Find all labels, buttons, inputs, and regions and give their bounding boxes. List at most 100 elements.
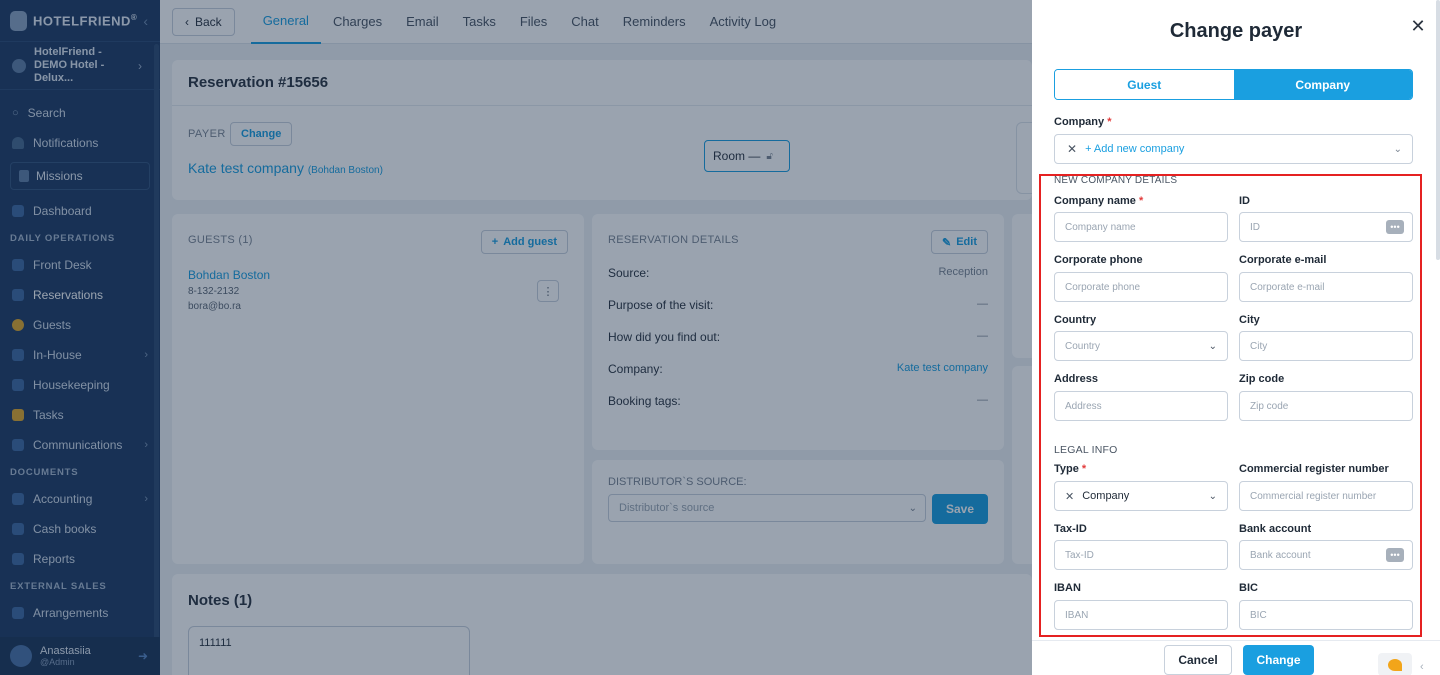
payer-name[interactable]: Kate test company (Bohdan Boston) — [188, 160, 383, 176]
guest-name[interactable]: Bohdan Boston — [188, 268, 270, 282]
sidebar-item-housekeeping[interactable]: Housekeeping — [0, 370, 160, 400]
sidebar-item-front-desk[interactable]: Front Desk — [0, 250, 160, 280]
sidebar-item-label: Cash books — [33, 522, 97, 536]
id-input[interactable]: ID ••• — [1239, 212, 1413, 242]
placeholder: City — [1250, 340, 1268, 352]
tax-id-input[interactable]: Tax-ID — [1054, 540, 1228, 570]
sidebar-item-notifications[interactable]: Notifications — [0, 128, 160, 158]
corporate-phone-input[interactable]: Corporate phone — [1054, 272, 1228, 302]
drawer-scrollbar[interactable] — [1436, 0, 1440, 260]
company-select[interactable]: ✕ + Add new company ⌄ — [1054, 134, 1413, 164]
tab-charges[interactable]: Charges — [321, 0, 394, 44]
add-guest-label: Add guest — [503, 236, 557, 248]
save-button[interactable]: Save — [932, 494, 988, 524]
sidebar-item-cash-books[interactable]: Cash books — [0, 514, 160, 544]
reservations-icon — [12, 289, 24, 301]
detail-row: Purpose of the visit: — — [608, 298, 988, 318]
country-label: Country — [1054, 314, 1097, 326]
commercial-register-input[interactable]: Commercial register number — [1239, 481, 1413, 511]
sidebar-item-label: Housekeeping — [33, 378, 110, 392]
tab-activity-log[interactable]: Activity Log — [698, 0, 788, 44]
user-name: Anastasiia — [40, 645, 91, 657]
corporate-email-label: Corporate e-mail — [1239, 254, 1327, 266]
chevron-right-icon: › — [144, 493, 148, 505]
sidebar-item-dashboard[interactable]: Dashboard — [0, 196, 160, 226]
change-payer-button[interactable]: Change — [230, 122, 293, 146]
sidebar-item-arrangements[interactable]: Arrangements — [0, 598, 160, 628]
tab-files[interactable]: Files — [508, 0, 559, 44]
sidebar: HOTELFRIEND® ‹ HotelFriend - DEMO Hotel … — [0, 0, 160, 675]
change-button[interactable]: Change — [1243, 645, 1314, 675]
side-card — [1012, 214, 1032, 358]
company-link[interactable]: Kate test company — [897, 362, 988, 382]
company-name-input[interactable]: Company name — [1054, 212, 1228, 242]
sidebar-item-label: Search — [27, 106, 66, 120]
tab-general[interactable]: General — [250, 0, 321, 44]
reservation-tabs: General Charges Email Tasks Files Chat R… — [250, 0, 788, 44]
room-selector[interactable]: Room — 🔓︎ — [704, 140, 790, 172]
legal-info-heading: LEGAL INFO — [1054, 444, 1118, 456]
tab-tasks[interactable]: Tasks — [451, 0, 508, 44]
distributor-select[interactable]: Distributor`s source ⌄ — [608, 494, 926, 522]
corporate-email-input[interactable]: Corporate e-mail — [1239, 272, 1413, 302]
tab-reminders[interactable]: Reminders — [611, 0, 698, 44]
notes-card: Notes (1) 111111 — [172, 574, 1032, 675]
placeholder: Tax-ID — [1065, 549, 1094, 561]
sidebar-item-tasks[interactable]: Tasks — [0, 400, 160, 430]
sidebar-item-reports[interactable]: Reports — [0, 544, 160, 574]
detail-key: Purpose of the visit: — [608, 298, 714, 312]
clear-icon[interactable]: ✕ — [1067, 142, 1077, 156]
chevron-left-icon[interactable]: ‹ — [1420, 661, 1424, 673]
bic-input[interactable]: BIC — [1239, 600, 1413, 630]
sidebar-scrollbar[interactable] — [154, 44, 159, 640]
tab-chat[interactable]: Chat — [559, 0, 610, 44]
city-input[interactable]: City — [1239, 331, 1413, 361]
collapse-sidebar-icon[interactable]: ‹ — [143, 13, 148, 29]
more-dots-icon[interactable]: ••• — [1386, 220, 1404, 234]
missions-button[interactable]: Missions — [10, 162, 150, 190]
hotel-switcher[interactable]: HotelFriend - DEMO Hotel - Delux... › — [0, 42, 160, 90]
close-icon[interactable]: ✕ — [1408, 16, 1428, 36]
reservation-title: Reservation #15656 — [172, 60, 1032, 106]
company-label: Company * — [1054, 116, 1112, 128]
iban-input[interactable]: IBAN — [1054, 600, 1228, 630]
new-company-details-heading: NEW COMPANY DETAILS — [1054, 175, 1178, 186]
zip-input[interactable]: Zip code — [1239, 391, 1413, 421]
sidebar-item-label: Reservations — [33, 288, 104, 302]
top-bar: ‹ Back General Charges Email Tasks Files… — [160, 0, 1032, 44]
address-input[interactable]: Address — [1054, 391, 1228, 421]
detail-row: How did you find out: — — [608, 330, 988, 350]
sidebar-item-label: In-House — [33, 348, 82, 362]
tab-company[interactable]: Company — [1233, 70, 1412, 99]
clear-icon[interactable]: ✕ — [1065, 490, 1074, 503]
note-item[interactable]: 111111 — [188, 626, 470, 675]
bank-account-input[interactable]: Bank account ••• — [1239, 540, 1413, 570]
tab-guest[interactable]: Guest — [1055, 70, 1234, 99]
distributor-title: DISTRIBUTOR`S SOURCE: — [608, 476, 747, 488]
edit-details-button[interactable]: ✎ Edit — [931, 230, 988, 254]
sidebar-item-communications[interactable]: Communications › — [0, 430, 160, 460]
sidebar-item-in-house[interactable]: In-House › — [0, 340, 160, 370]
sidebar-item-guests[interactable]: Guests — [0, 310, 160, 340]
back-button[interactable]: ‹ Back — [172, 7, 235, 36]
guests-card: GUESTS (1) + Add guest Bohdan Boston 8-1… — [172, 214, 584, 564]
cancel-button[interactable]: Cancel — [1164, 645, 1232, 675]
placeholder: Country — [1065, 340, 1101, 352]
country-select[interactable]: Country ⌄ — [1054, 331, 1228, 361]
type-select[interactable]: ✕ Company ⌄ — [1054, 481, 1228, 511]
more-dots-icon[interactable]: ⋮ — [537, 280, 559, 302]
user-role: @Admin — [40, 657, 75, 667]
user-profile[interactable]: Anastasiia @Admin ➜ — [0, 637, 160, 675]
sidebar-item-search[interactable]: ○ Search — [0, 98, 160, 128]
sidebar-item-reservations[interactable]: Reservations — [0, 280, 160, 310]
sidebar-logo[interactable]: HOTELFRIEND® ‹ — [0, 0, 160, 42]
add-guest-button[interactable]: + Add guest — [480, 230, 568, 254]
payer-label: PAYER — [188, 128, 226, 140]
logout-icon[interactable]: ➜ — [138, 649, 148, 663]
tasks-icon — [12, 409, 24, 421]
chat-widget-icon[interactable] — [1378, 653, 1412, 675]
more-dots-icon[interactable]: ••• — [1386, 548, 1404, 562]
zip-label: Zip code — [1239, 373, 1285, 385]
sidebar-item-accounting[interactable]: Accounting › — [0, 484, 160, 514]
tab-email[interactable]: Email — [394, 0, 451, 44]
